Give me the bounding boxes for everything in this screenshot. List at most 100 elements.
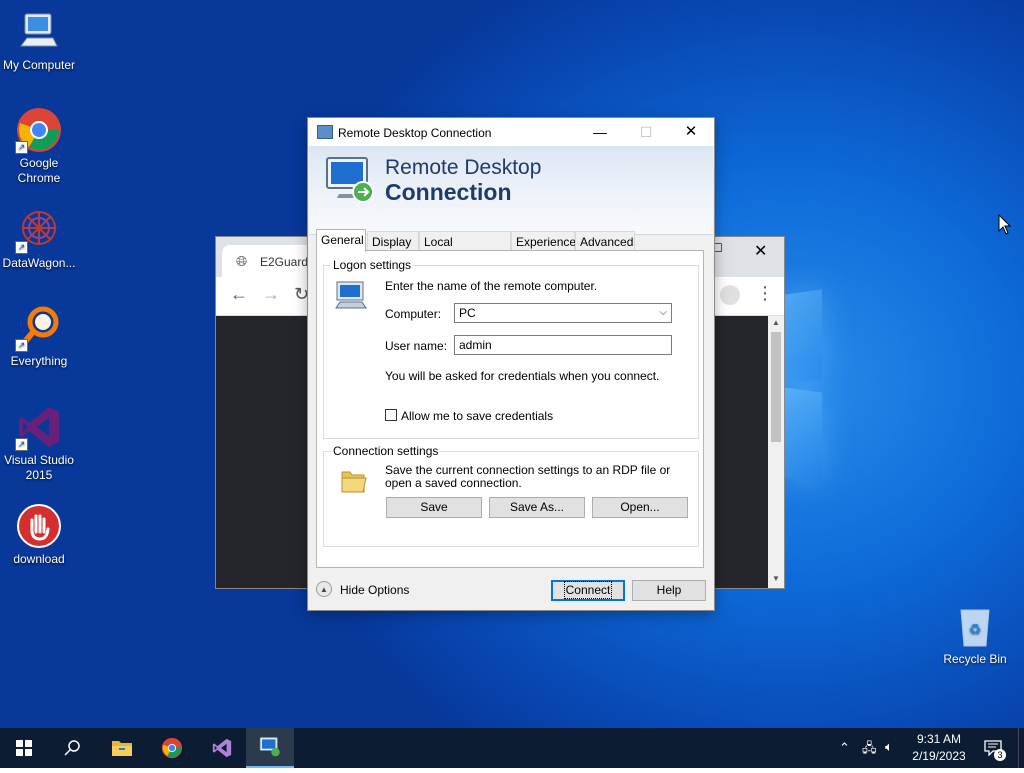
connect-button[interactable]: Connect <box>551 580 625 601</box>
connection-settings-label: Connection settings <box>331 444 441 458</box>
desktop-icon-everything[interactable]: ↗ Everything <box>0 304 78 369</box>
tab-advanced[interactable]: Advanced <box>575 231 635 251</box>
visual-studio-icon <box>212 738 232 758</box>
taskbar-remote-desktop[interactable] <box>246 728 294 768</box>
folder-icon <box>341 471 367 493</box>
chevron-up-icon[interactable]: ⌃ <box>839 740 850 756</box>
forward-arrow-icon[interactable]: → <box>262 284 280 305</box>
visual-studio-icon: ↗ <box>15 403 63 451</box>
connection-settings-group: Connection settings Save the current con… <box>323 444 699 547</box>
logon-instruction: Enter the name of the remote computer. <box>385 279 598 293</box>
shortcut-arrow-icon: ↗ <box>15 339 28 352</box>
browser-tab-title: E2Guardi <box>260 255 311 269</box>
windows-start-icon <box>16 740 32 756</box>
computer-label: Computer: <box>385 307 442 321</box>
computer-icon <box>15 8 63 56</box>
start-button[interactable] <box>0 728 48 768</box>
desktop-icon-label: download <box>13 552 65 566</box>
dialog-title-bar[interactable]: Remote Desktop Connection — ☐ ✕ <box>308 118 714 146</box>
taskbar-file-explorer[interactable] <box>98 728 146 768</box>
desktop-icon-google-chrome[interactable]: ↗ Google Chrome <box>0 106 78 186</box>
username-label: User name: <box>385 339 448 353</box>
save-credentials-checkbox[interactable] <box>385 409 397 421</box>
banner-title-line2: Connection <box>385 179 512 205</box>
credentials-note: You will be asked for credentials when y… <box>385 369 660 383</box>
save-credentials-label[interactable]: Allow me to save credentials <box>401 409 553 423</box>
chevron-down-icon[interactable]: ⌵ <box>659 304 667 322</box>
svg-text:♻: ♻ <box>969 622 982 638</box>
back-arrow-icon[interactable]: ← <box>230 284 248 305</box>
computer-icon <box>335 281 367 309</box>
logon-settings-label: Logon settings <box>331 258 414 272</box>
folder-icon <box>112 741 132 756</box>
computer-combobox[interactable]: PC ⌵ <box>454 303 672 323</box>
minimize-icon[interactable]: — <box>577 118 623 146</box>
stop-hand-icon <box>15 502 63 550</box>
save-as-button[interactable]: Save As... <box>489 497 585 518</box>
profile-avatar-icon[interactable] <box>720 285 740 305</box>
clock[interactable]: 9:31 AM 2/19/2023 <box>904 731 974 765</box>
username-value: admin <box>459 338 492 352</box>
shortcut-arrow-icon: ↗ <box>15 241 28 254</box>
everything-search-icon: ↗ <box>15 304 63 352</box>
desktop-icon-recycle-bin[interactable]: ♻ Recycle Bin <box>936 602 1014 667</box>
rdp-app-icon <box>317 125 333 139</box>
hide-options-label[interactable]: Hide Options <box>340 583 409 597</box>
taskbar-visual-studio[interactable] <box>198 728 246 768</box>
scroll-down-icon[interactable]: ▼ <box>772 574 780 583</box>
desktop-icon-datawagon[interactable]: ↗ DataWagon... <box>0 206 78 271</box>
maximize-icon: ☐ <box>639 124 653 140</box>
clock-date: 2/19/2023 <box>912 749 966 763</box>
recycle-bin-icon: ♻ <box>951 602 999 650</box>
tab-experience[interactable]: Experience <box>511 231 576 251</box>
desktop-icon-label: DataWagon... <box>2 256 76 270</box>
desktop-icon-visual-studio[interactable]: ↗ Visual Studio 2015 <box>0 403 78 483</box>
desktop-icon-download[interactable]: download <box>0 502 78 567</box>
show-desktop-button[interactable] <box>1018 728 1024 768</box>
menu-kebab-icon[interactable]: ⋮ <box>756 283 774 304</box>
remote-desktop-icon <box>259 737 280 757</box>
open-button[interactable]: Open... <box>592 497 688 518</box>
shortcut-arrow-icon: ↗ <box>15 141 28 154</box>
taskbar-chrome[interactable] <box>148 728 196 768</box>
general-tab-panel: Logon settings Enter the name of the rem… <box>316 250 704 568</box>
close-icon[interactable]: ✕ <box>668 118 714 146</box>
desktop: My Computer ↗ Google Chrome ↗ DataWagon.… <box>0 0 1024 728</box>
search-icon <box>64 740 80 756</box>
save-button[interactable]: Save <box>386 497 482 518</box>
logon-settings-group: Logon settings Enter the name of the rem… <box>323 258 699 439</box>
clock-time: 9:31 AM <box>916 732 962 746</box>
reload-icon[interactable]: ↻ <box>294 284 309 305</box>
remote-desktop-monitor-icon <box>326 157 374 203</box>
search-button[interactable] <box>48 728 96 768</box>
network-icon[interactable]: 🖧︎ <box>862 739 877 761</box>
datawagon-icon: ↗ <box>15 206 63 254</box>
desktop-icon-label: Google Chrome <box>17 156 61 185</box>
tab-local-resources[interactable]: Local Resources <box>419 231 511 269</box>
connection-description: Save the current connection settings to … <box>385 463 671 490</box>
help-button[interactable]: Help <box>632 580 706 601</box>
close-icon[interactable]: ✕ <box>754 241 767 261</box>
tab-general[interactable]: General <box>316 229 366 252</box>
scrollbar-thumb[interactable] <box>771 332 781 442</box>
chrome-icon <box>161 737 183 759</box>
notification-count-badge: 3 <box>994 749 1006 761</box>
tab-display[interactable]: Display <box>367 231 419 251</box>
desktop-icon-my-computer[interactable]: My Computer <box>0 8 78 73</box>
banner-title-line1: Remote Desktop <box>385 156 542 179</box>
username-field[interactable]: admin <box>454 335 672 355</box>
remote-desktop-dialog[interactable]: Remote Desktop Connection — ☐ ✕ Remote D… <box>308 118 714 610</box>
scroll-up-icon[interactable]: ▲ <box>772 318 780 327</box>
dialog-banner: Remote Desktop Connection <box>309 146 713 235</box>
browser-vertical-scrollbar[interactable]: ▲ ▼ <box>768 316 784 588</box>
desktop-icon-label: My Computer <box>2 58 76 72</box>
chevron-up-circle-icon: ▲ <box>316 581 332 597</box>
connect-button-label: Connect <box>563 581 613 599</box>
taskbar: ⌃ 🖧︎ 🔈︎ 9:31 AM 2/19/2023 3 <box>0 728 1024 768</box>
desktop-icon-label: Visual Studio 2015 <box>4 453 74 482</box>
volume-icon[interactable]: 🔈︎ <box>885 739 893 755</box>
computer-value: PC <box>459 306 476 320</box>
action-center-button[interactable]: 3 <box>980 728 1008 768</box>
globe-icon: 🌐︎ <box>236 253 248 269</box>
chrome-icon: ↗ <box>15 106 63 154</box>
